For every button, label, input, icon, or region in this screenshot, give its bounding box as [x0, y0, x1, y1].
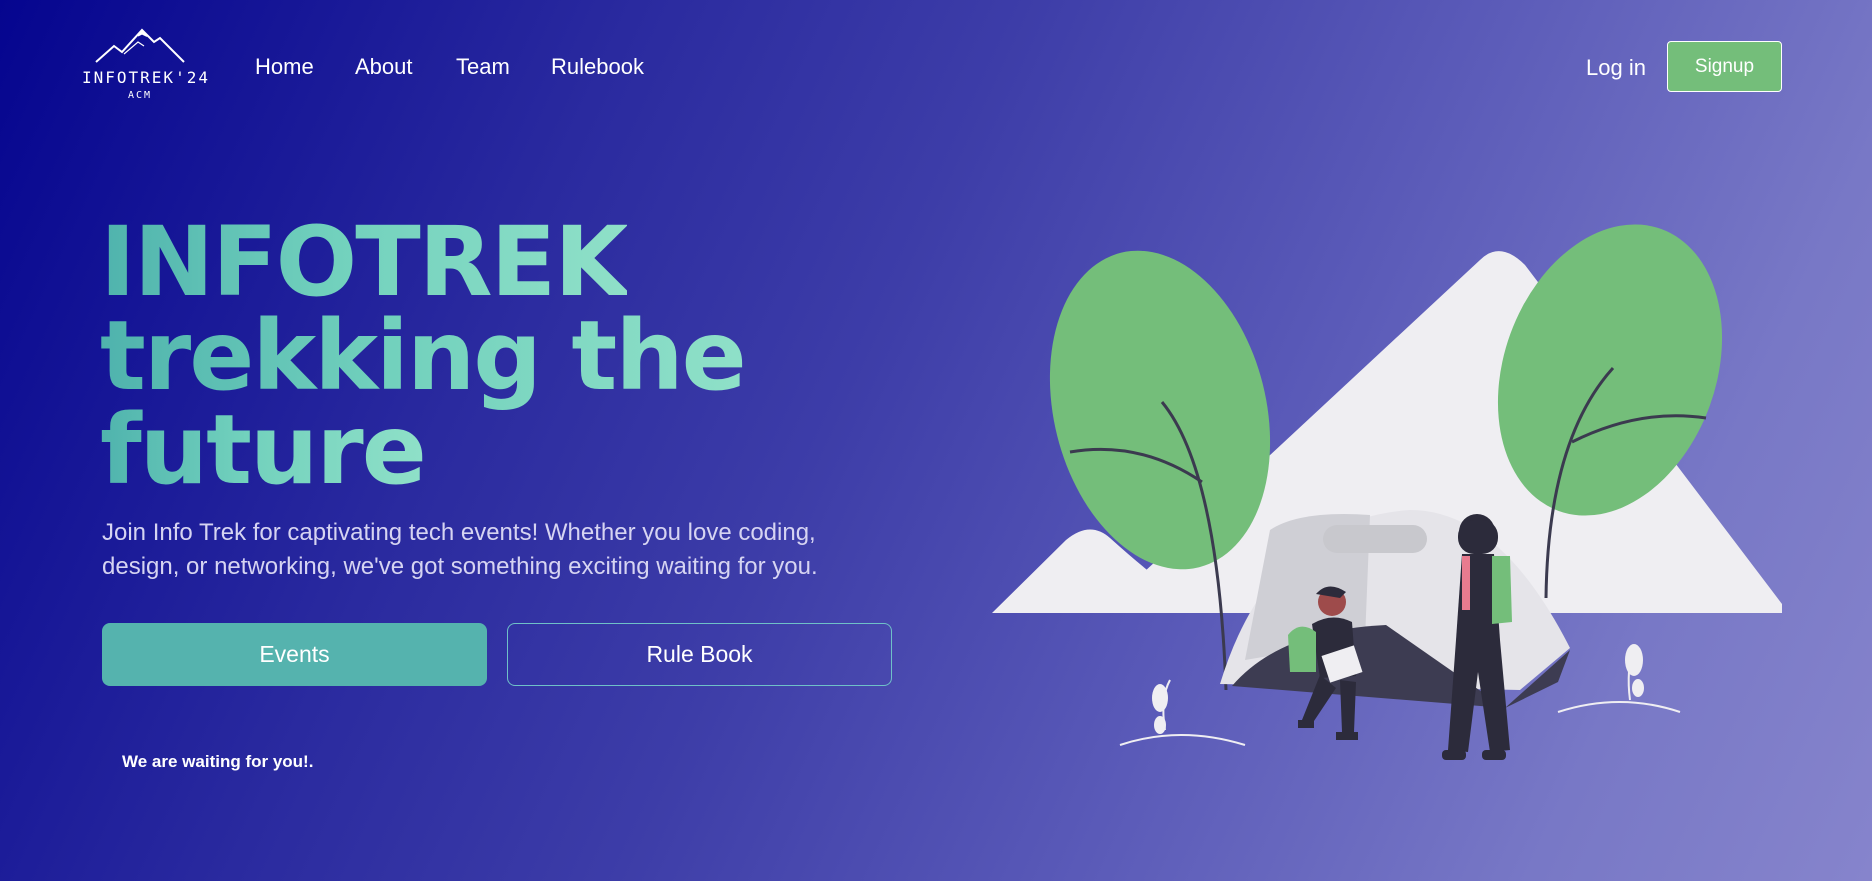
rulebook-button[interactable]: Rule Book: [507, 623, 892, 686]
nav-team[interactable]: Team: [456, 54, 510, 80]
mountain-logo-icon: [95, 28, 185, 63]
events-button[interactable]: Events: [102, 623, 487, 686]
nav-about[interactable]: About: [355, 54, 413, 80]
logo-subtext: ACM: [127, 90, 153, 101]
camping-trek-illustration: [980, 220, 1800, 780]
login-link[interactable]: Log in: [1586, 55, 1646, 81]
hero-description: Join Info Trek for captivating tech even…: [102, 519, 818, 580]
hero-illustration-icon: [992, 224, 1782, 760]
signup-button[interactable]: Signup: [1667, 41, 1782, 92]
logo-text: INFOTREK'24: [82, 68, 210, 87]
nav-home[interactable]: Home: [255, 54, 314, 80]
waiting-message: We are waiting for you!.: [122, 752, 314, 771]
site-logo[interactable]: INFOTREK'24 ACM: [80, 24, 210, 108]
hero-subtitle-line-2: future: [100, 394, 427, 506]
nav-rulebook[interactable]: Rulebook: [551, 54, 644, 80]
